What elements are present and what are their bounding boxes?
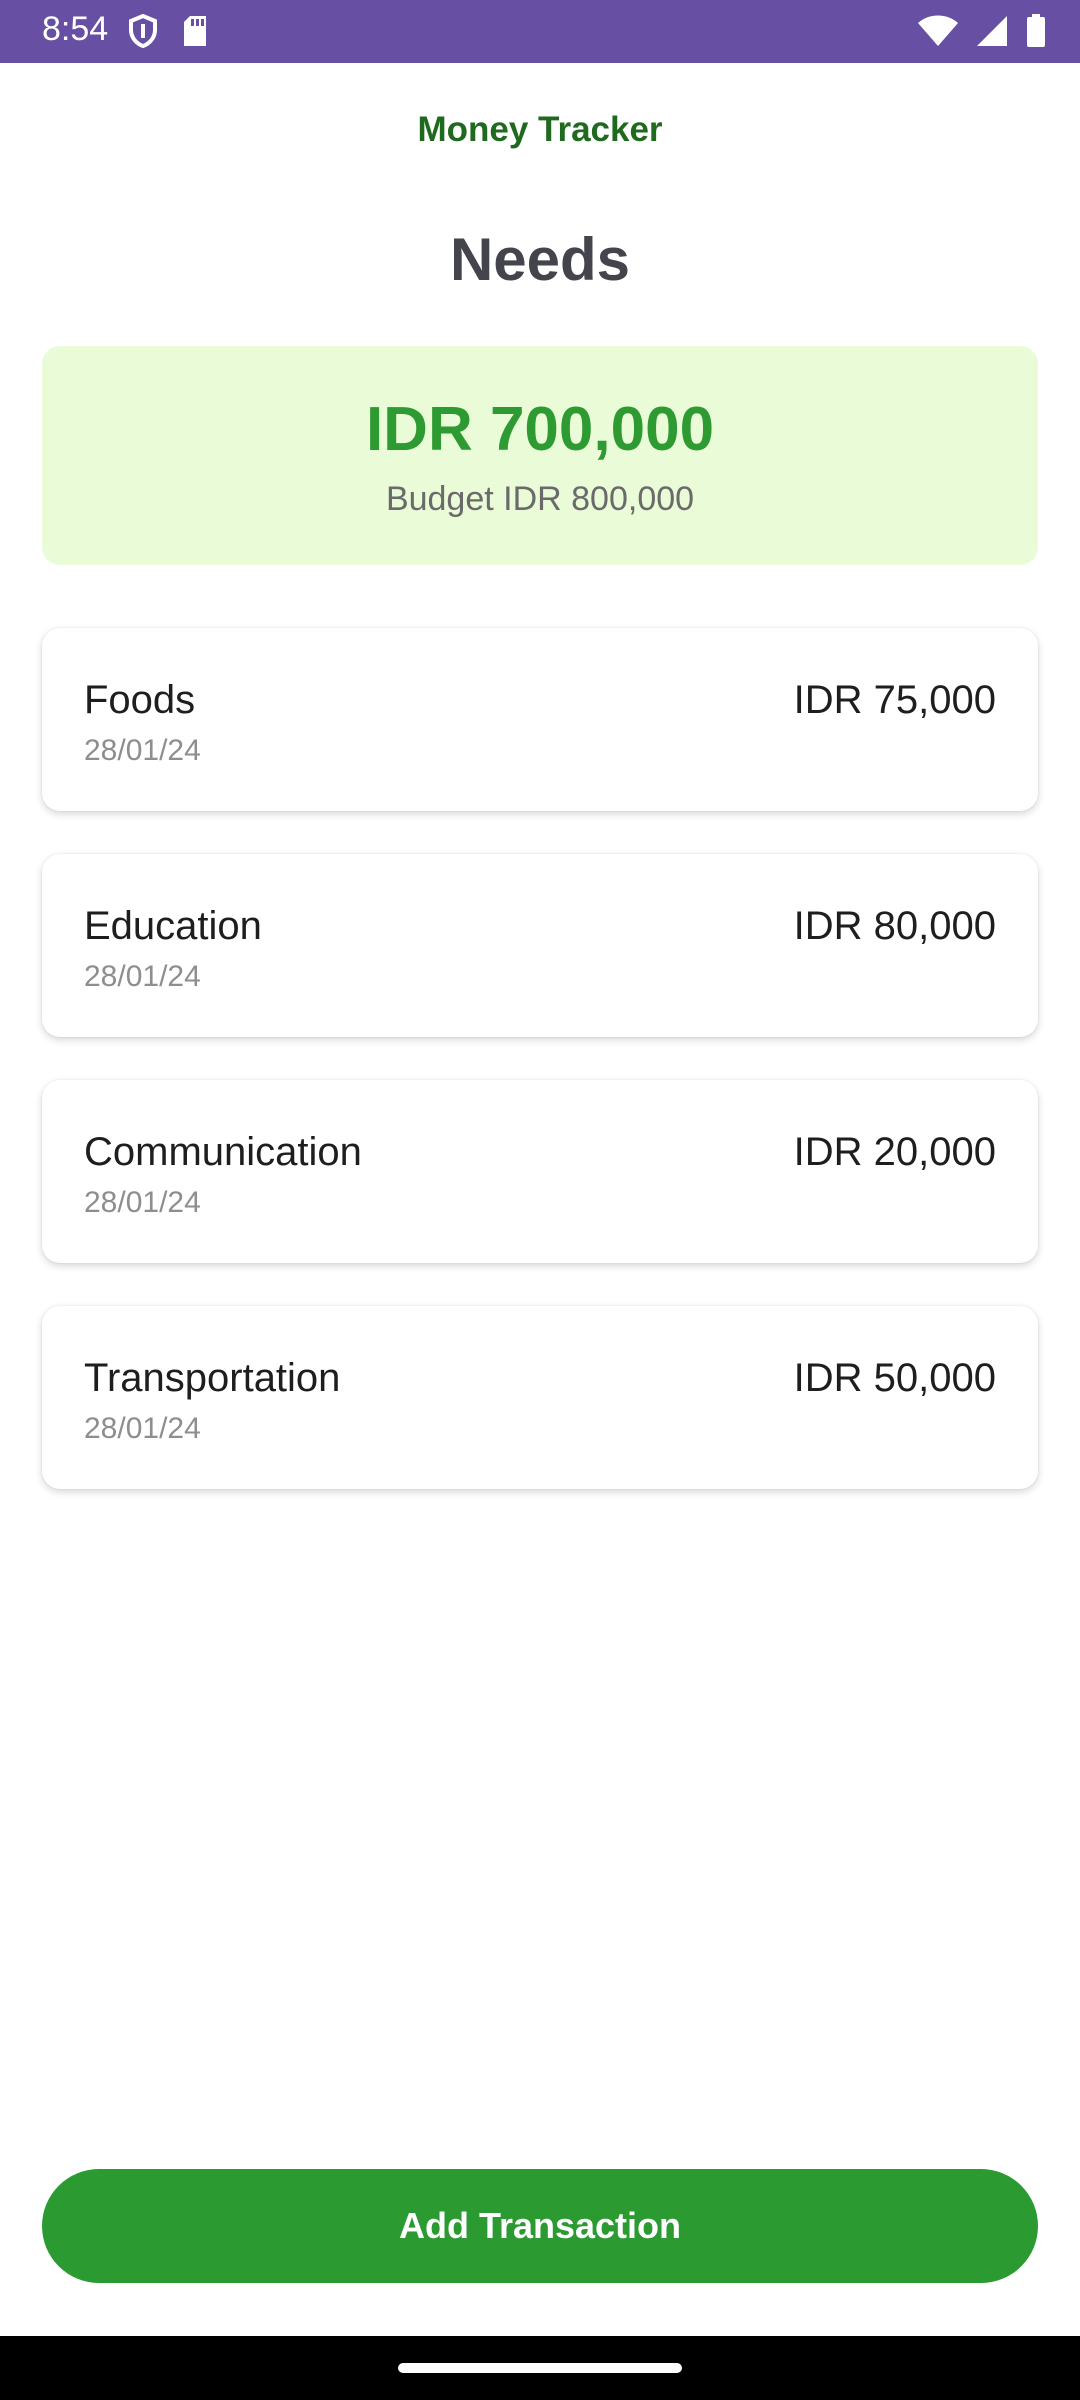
transaction-name: Transportation: [84, 1356, 341, 1400]
add-transaction-button[interactable]: Add Transaction: [42, 2169, 1038, 2283]
navigation-bar: [0, 2336, 1080, 2400]
app-title: Money Tracker: [417, 110, 663, 149]
transaction-list: Foods 28/01/24 IDR 75,000 Education 28/0…: [42, 628, 1038, 1532]
transaction-date: 28/01/24: [84, 1186, 201, 1219]
transaction-name: Education: [84, 904, 262, 948]
status-right-icons: [918, 14, 1046, 53]
budget-amount: Budget IDR 800,000: [385, 480, 695, 518]
transaction-card[interactable]: Education 28/01/24 IDR 80,000: [42, 854, 1038, 1037]
status-time: 8:54: [42, 10, 109, 48]
transaction-card[interactable]: Foods 28/01/24 IDR 75,000: [42, 628, 1038, 811]
total-spent-amount: IDR 700,000: [365, 395, 715, 464]
transaction-amount: IDR 80,000: [793, 904, 996, 948]
transaction-date: 28/01/24: [84, 1412, 201, 1445]
transaction-date: 28/01/24: [84, 960, 201, 993]
transaction-date: 28/01/24: [84, 734, 201, 767]
budget-summary-card: IDR 700,000 Budget IDR 800,000: [42, 346, 1038, 565]
wifi-icon: [918, 15, 958, 52]
transaction-name: Foods: [84, 678, 196, 722]
cell-signal-icon: [976, 15, 1008, 52]
transaction-card[interactable]: Communication 28/01/24 IDR 20,000: [42, 1080, 1038, 1263]
shield-icon: [128, 13, 158, 53]
transaction-amount: IDR 20,000: [793, 1130, 996, 1174]
status-left-icons: [128, 13, 208, 53]
sd-card-icon: [182, 15, 208, 52]
transaction-amount: IDR 75,000: [793, 678, 996, 722]
transaction-name: Communication: [84, 1130, 362, 1174]
battery-icon: [1026, 14, 1046, 53]
home-gesture-handle[interactable]: [398, 2363, 682, 2373]
page-title: Needs: [449, 226, 631, 293]
transaction-card[interactable]: Transportation 28/01/24 IDR 50,000: [42, 1306, 1038, 1489]
status-bar: 8:54: [0, 0, 1080, 63]
transaction-amount: IDR 50,000: [793, 1356, 996, 1400]
